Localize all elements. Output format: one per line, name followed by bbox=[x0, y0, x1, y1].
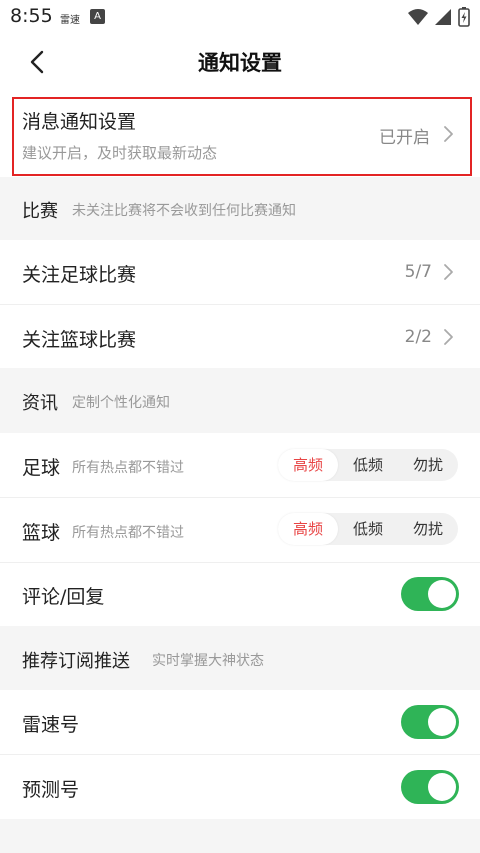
notification-badge: A bbox=[90, 9, 105, 24]
basketball-news-label: 篮球 bbox=[22, 522, 61, 544]
football-option-low[interactable]: 低频 bbox=[338, 449, 398, 481]
football-news-label: 足球 bbox=[22, 457, 61, 479]
news-section-header: 资讯 定制个性化通知 bbox=[0, 368, 480, 433]
subscribe-section-header: 推荐订阅推送 实时掌握大神状态 bbox=[0, 626, 480, 690]
bottom-spacer bbox=[0, 819, 480, 853]
match-section-title: 比赛 bbox=[22, 201, 58, 222]
subscribe-section-title: 推荐订阅推送 bbox=[22, 651, 130, 672]
status-icons bbox=[408, 7, 470, 27]
basketball-option-low[interactable]: 低频 bbox=[338, 513, 398, 545]
follow-football-value: 5/7 bbox=[404, 262, 432, 282]
football-news-row: 足球 所有热点都不错过 高频 低频 勿扰 bbox=[0, 433, 480, 497]
leisu-account-label: 雷速号 bbox=[22, 714, 80, 736]
football-option-high[interactable]: 高频 bbox=[278, 449, 338, 481]
chevron-right-icon bbox=[444, 329, 453, 345]
prediction-account-toggle[interactable] bbox=[401, 770, 459, 804]
football-option-dnd[interactable]: 勿扰 bbox=[398, 449, 458, 481]
toggle-knob bbox=[428, 580, 456, 608]
prediction-account-label: 预测号 bbox=[22, 779, 80, 801]
basketball-option-dnd[interactable]: 勿扰 bbox=[398, 513, 458, 545]
message-notification-title: 消息通知设置 bbox=[22, 111, 137, 133]
basketball-option-high[interactable]: 高频 bbox=[278, 513, 338, 545]
comment-reply-label: 评论/回复 bbox=[22, 586, 105, 608]
chevron-right-icon bbox=[444, 126, 453, 142]
follow-football-row[interactable]: 关注足球比赛 5/7 bbox=[0, 240, 480, 304]
page-title: 通知设置 bbox=[198, 51, 282, 75]
message-notification-status: 已开启 bbox=[379, 128, 430, 148]
status-app-label: 雷速 bbox=[60, 15, 80, 26]
news-section-subtitle: 定制个性化通知 bbox=[72, 395, 170, 411]
comment-reply-toggle[interactable] bbox=[401, 577, 459, 611]
follow-basketball-label: 关注篮球比赛 bbox=[22, 329, 137, 351]
subscribe-section-subtitle: 实时掌握大神状态 bbox=[152, 653, 264, 669]
basketball-news-subtitle: 所有热点都不错过 bbox=[72, 525, 184, 541]
basketball-frequency-selector: 高频 低频 勿扰 bbox=[278, 513, 458, 545]
battery-icon bbox=[458, 7, 470, 27]
basketball-news-row: 篮球 所有热点都不错过 高频 低频 勿扰 bbox=[0, 498, 480, 562]
match-section-header: 比赛 未关注比赛将不会收到任何比赛通知 bbox=[0, 177, 480, 240]
status-bar: 8:55 雷速 A bbox=[0, 0, 480, 34]
comment-reply-row: 评论/回复 bbox=[0, 563, 480, 626]
nav-bar: 通知设置 bbox=[0, 34, 480, 90]
news-section-title: 资讯 bbox=[22, 393, 58, 414]
status-time: 8:55 bbox=[10, 5, 53, 27]
signal-icon bbox=[435, 9, 451, 25]
toggle-knob bbox=[428, 708, 456, 736]
follow-football-label: 关注足球比赛 bbox=[22, 264, 137, 286]
football-news-subtitle: 所有热点都不错过 bbox=[72, 460, 184, 476]
chevron-right-icon bbox=[444, 264, 453, 280]
message-notification-subtitle: 建议开启，及时获取最新动态 bbox=[22, 144, 218, 162]
match-section-subtitle: 未关注比赛将不会收到任何比赛通知 bbox=[72, 203, 296, 219]
follow-basketball-value: 2/2 bbox=[404, 327, 432, 347]
leisu-account-row: 雷速号 bbox=[0, 690, 480, 754]
leisu-account-toggle[interactable] bbox=[401, 705, 459, 739]
wifi-icon bbox=[408, 9, 428, 25]
football-frequency-selector: 高频 低频 勿扰 bbox=[278, 449, 458, 481]
follow-basketball-row[interactable]: 关注篮球比赛 2/2 bbox=[0, 305, 480, 368]
toggle-knob bbox=[428, 773, 456, 801]
prediction-account-row: 预测号 bbox=[0, 755, 480, 819]
